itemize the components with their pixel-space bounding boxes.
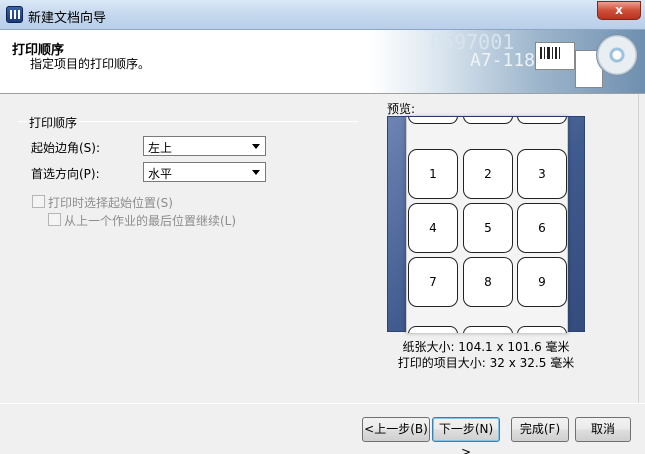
label-cell: 1 (408, 149, 458, 199)
window-edge (638, 94, 645, 403)
app-icon (6, 6, 23, 23)
choose-start-label: 打印时选择起始位置(S) (48, 196, 173, 210)
label-cell: 8 (463, 257, 513, 307)
start-corner-label: 起始边角(S): (31, 141, 101, 155)
partial-label-cell (408, 326, 458, 333)
preview-paper: 1 2 3 4 5 6 7 8 9 (406, 117, 568, 333)
disc-icon (596, 34, 638, 76)
continue-from-last-label: 从上一个作业的最后位置继续(L) (64, 214, 237, 228)
choose-start-checkbox[interactable] (32, 195, 45, 208)
label-cell: 4 (408, 203, 458, 253)
cancel-button[interactable]: 取消 (575, 417, 631, 442)
label-cell: 7 (408, 257, 458, 307)
back-button[interactable]: <上一步(B) (362, 417, 430, 442)
finish-button[interactable]: 完成(F) (511, 417, 569, 442)
chevron-down-icon (252, 144, 260, 149)
window-title: 新建文档向导 (28, 11, 107, 26)
chevron-down-icon (252, 170, 260, 175)
footer-divider (0, 403, 645, 404)
close-button[interactable]: x (597, 1, 641, 20)
page-subtitle: 指定项目的打印顺序。 (30, 57, 151, 71)
label-cell: 2 (463, 149, 513, 199)
continue-from-last-checkbox[interactable] (48, 213, 61, 226)
label-cell: 9 (517, 257, 567, 307)
paper-size-text: 纸张大小: 104.1 x 101.6 毫米 (402, 340, 570, 354)
start-corner-value: 左上 (148, 141, 173, 155)
direction-select[interactable]: 水平 (143, 162, 266, 182)
banner-decor-text: A7-118 (470, 50, 536, 71)
direction-value: 水平 (148, 167, 173, 181)
preview-label: 预览: (387, 102, 416, 116)
partial-label-cell (517, 326, 567, 333)
start-corner-select[interactable]: 左上 (143, 136, 266, 156)
partial-label-cell (517, 117, 567, 124)
wizard-header: 打印顺序 指定项目的打印顺序。 0597001 A7-118 (0, 30, 645, 94)
title-bar: 新建文档向导 x (0, 0, 645, 30)
barcode-label-icon (535, 42, 575, 70)
label-cell: 3 (517, 149, 567, 199)
partial-label-cell (463, 117, 513, 124)
item-size-text: 打印的项目大小: 32 x 32.5 毫米 (397, 356, 575, 370)
preview-panel: 1 2 3 4 5 6 7 8 9 (387, 116, 585, 333)
partial-label-cell (408, 117, 458, 124)
label-cell: 5 (463, 203, 513, 253)
print-order-group-legend: 打印顺序 (27, 114, 80, 131)
next-button[interactable]: 下一步(N) > (432, 417, 500, 454)
direction-label: 首选方向(P): (31, 167, 100, 181)
label-cell: 6 (517, 203, 567, 253)
partial-label-cell (463, 326, 513, 333)
